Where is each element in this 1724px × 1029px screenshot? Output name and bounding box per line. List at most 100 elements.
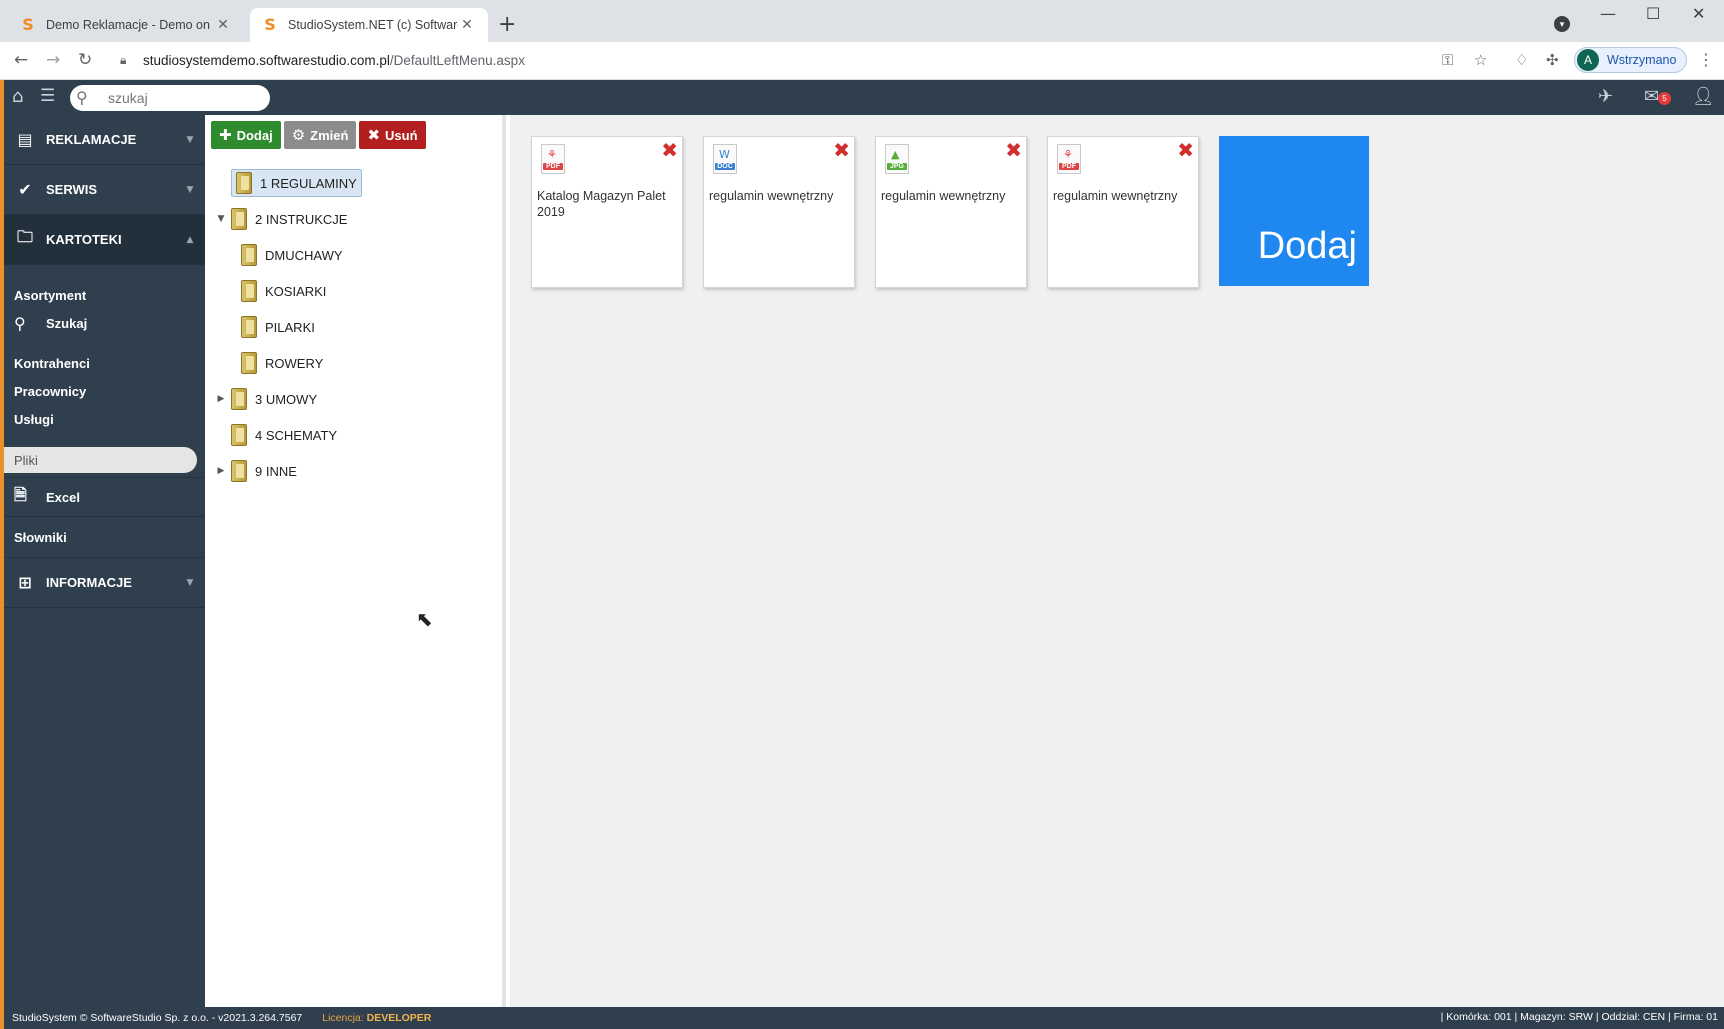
delete-button[interactable]: ✖ Usuń <box>359 121 426 149</box>
collapsed-arrow-icon[interactable]: ▶ <box>211 394 231 404</box>
tree-node-rowery[interactable]: ROWERY <box>211 345 501 381</box>
tree-node-label: KOSIARKI <box>265 283 327 299</box>
search-input[interactable] <box>108 88 258 108</box>
binder-icon <box>236 172 252 194</box>
binder-icon <box>241 316 257 338</box>
menu-toggle-icon[interactable]: ☰ <box>40 86 55 106</box>
key-icon[interactable]: ⚿ <box>1442 51 1453 69</box>
binder-icon <box>231 460 247 482</box>
file-name: regulamin wewnętrzny <box>881 189 1006 203</box>
tree-node-kosiarki[interactable]: KOSIARKI <box>211 273 501 309</box>
binder-icon <box>231 208 247 230</box>
file-card[interactable]: W DOC ✖ regulamin wewnętrzny <box>703 136 855 288</box>
sidebar-item-uslugi[interactable]: Usługi <box>4 405 205 433</box>
tree-node-regulaminy[interactable]: 1 REGULAMINY <box>211 165 501 201</box>
close-icon: ✖ <box>367 126 381 144</box>
tree-node-label: 4 SCHEMATY <box>255 427 338 443</box>
file-name: regulamin wewnętrzny <box>1053 189 1178 203</box>
folder-icon: 🗀︎ <box>16 227 33 246</box>
tree-node-umowy[interactable]: ▶ 3 UMOWY <box>211 381 501 417</box>
check-icon: ✔ <box>18 180 32 199</box>
nav-reklamacje[interactable]: ▤ REKLAMACJE ▼ <box>4 115 205 165</box>
document-icon: ▤ <box>17 130 33 149</box>
sidebar-item-kontrahenci[interactable]: Kontrahenci <box>4 349 205 377</box>
url-host: studiosystemdemo.softwarestudio.com.pl <box>143 53 390 68</box>
address-bar: ← → ↻ 🔒︎ studiosystemdemo.softwarestudio… <box>0 42 1724 80</box>
delete-file-icon[interactable]: ✖ <box>1005 139 1022 161</box>
user-icon[interactable]: 👤︎ <box>1692 86 1715 107</box>
url-field[interactable]: studiosystemdemo.softwarestudio.com.pl/D… <box>143 53 525 68</box>
mail-icon[interactable]: ✉ <box>1644 86 1659 107</box>
minimize-icon[interactable]: — <box>1600 4 1616 23</box>
plus-icon: ✚ <box>219 126 232 144</box>
profile-button[interactable]: A Wstrzymano <box>1574 47 1688 73</box>
sitemap-icon: ⊞ <box>18 573 32 592</box>
tree-node-schematy[interactable]: 4 SCHEMATY <box>211 417 501 453</box>
file-card[interactable]: ⚘ PDF ✖ Katalog Magazyn Palet 2019 <box>531 136 683 288</box>
nav-label: SERWIS <box>46 182 98 197</box>
bookmark-star-icon[interactable]: ☆ <box>1474 51 1487 69</box>
mouse-cursor-icon: ⬉ <box>416 607 433 631</box>
nav-kartoteki[interactable]: 🗀︎ KARTOTEKI ▲ <box>4 215 205 265</box>
nav-label: KARTOTEKI <box>46 232 122 247</box>
sidebar-item-pracownicy[interactable]: Pracownicy <box>4 377 205 405</box>
sidebar-item-szukaj[interactable]: ⚲ Szukaj <box>4 309 205 337</box>
tree-toolbar: ✚ Dodaj ⚙ Zmień ✖ Usuń <box>211 121 426 149</box>
tree-node-pilarki[interactable]: PILARKI <box>211 309 501 345</box>
pdf-file-icon: ⚘ PDF <box>1057 144 1081 174</box>
tree-node-label: DMUCHAWY <box>265 247 343 263</box>
tree-node-label: 2 INSTRUKCJE <box>255 211 348 227</box>
tree-node-instrukcje[interactable]: ▼ 2 INSTRUKCJE <box>211 201 501 237</box>
tab-search-icon[interactable]: ▾ <box>1554 16 1570 32</box>
nav-serwis[interactable]: ✔ SERWIS ▼ <box>4 165 205 215</box>
excel-file-icon: 🗎︎ <box>14 484 27 504</box>
tree-node-label: 1 REGULAMINY <box>260 175 357 191</box>
new-tab-button[interactable]: + <box>498 12 516 38</box>
edit-button[interactable]: ⚙ Zmień <box>283 121 357 149</box>
app-search: ⚲ <box>70 85 270 111</box>
profile-label: Wstrzymano <box>1607 53 1677 67</box>
close-tab-icon[interactable]: ✕ <box>214 17 232 33</box>
close-window-icon[interactable]: ✕ <box>1692 4 1705 23</box>
sidebar-item-label: Szukaj <box>46 315 88 331</box>
delete-file-icon[interactable]: ✖ <box>1177 139 1194 161</box>
delete-file-icon[interactable]: ✖ <box>833 139 850 161</box>
tree-node-dmuchawy[interactable]: DMUCHAWY <box>211 237 501 273</box>
expanded-arrow-icon[interactable]: ▼ <box>211 214 231 224</box>
delete-file-icon[interactable]: ✖ <box>661 139 678 161</box>
browser-tab-reklamacje[interactable]: S Demo Reklamacje - Demo on line ✕ <box>8 8 244 42</box>
browser-menu-icon[interactable]: ⋮ <box>1698 50 1714 69</box>
add-button[interactable]: ✚ Dodaj <box>211 121 281 149</box>
file-card[interactable]: ▲ JPG ✖ regulamin wewnętrzny <box>875 136 1027 288</box>
nav-informacje[interactable]: ⊞ INFORMACJE ▼ <box>4 558 205 608</box>
collapsed-arrow-icon[interactable]: ▶ <box>211 466 231 476</box>
nav-label: INFORMACJE <box>46 575 132 590</box>
forward-icon[interactable]: → <box>46 50 60 70</box>
binder-icon <box>241 352 257 374</box>
search-icon[interactable]: ⚲ <box>76 88 88 107</box>
doc-file-icon: W DOC <box>713 144 737 174</box>
lock-icon[interactable]: 🔒︎ <box>120 53 126 68</box>
add-file-tile[interactable]: Dodaj <box>1219 136 1369 286</box>
file-card[interactable]: ⚘ PDF ✖ regulamin wewnętrzny <box>1047 136 1199 288</box>
bell-icon[interactable]: ♢ <box>1515 51 1528 69</box>
binder-icon <box>231 388 247 410</box>
tree-node-inne[interactable]: ▶ 9 INNE <box>211 453 501 489</box>
sidebar-item-asortyment[interactable]: Asortyment <box>4 281 205 309</box>
back-icon[interactable]: ← <box>14 50 28 70</box>
home-icon[interactable]: ⌂ <box>12 86 23 107</box>
binder-icon <box>241 244 257 266</box>
left-sidebar: ▤ REKLAMACJE ▼ ✔ SERWIS ▼ 🗀︎ KARTOTEKI ▲… <box>0 115 205 1007</box>
kartoteki-submenu: Asortyment ⚲ Szukaj Kontrahenci Pracowni… <box>4 265 205 558</box>
maximize-icon[interactable]: ☐ <box>1646 4 1660 23</box>
close-tab-icon[interactable]: ✕ <box>458 17 476 33</box>
browser-tab-studiosystem[interactable]: S StudioSystem.NET (c) SoftwareStudio ✕ <box>250 8 488 42</box>
extensions-icon[interactable]: ✣ <box>1546 51 1559 69</box>
sidebar-item-pliki[interactable]: Pliki <box>4 447 197 473</box>
reload-icon[interactable]: ↻ <box>78 50 92 70</box>
caret-up-icon: ▲ <box>186 234 194 245</box>
tasks-icon[interactable]: ✈ <box>1598 86 1613 107</box>
sidebar-item-excel[interactable]: 🗎︎ Excel <box>4 477 205 517</box>
binder-icon <box>231 424 247 446</box>
sidebar-item-slowniki[interactable]: Słowniki <box>4 517 205 557</box>
